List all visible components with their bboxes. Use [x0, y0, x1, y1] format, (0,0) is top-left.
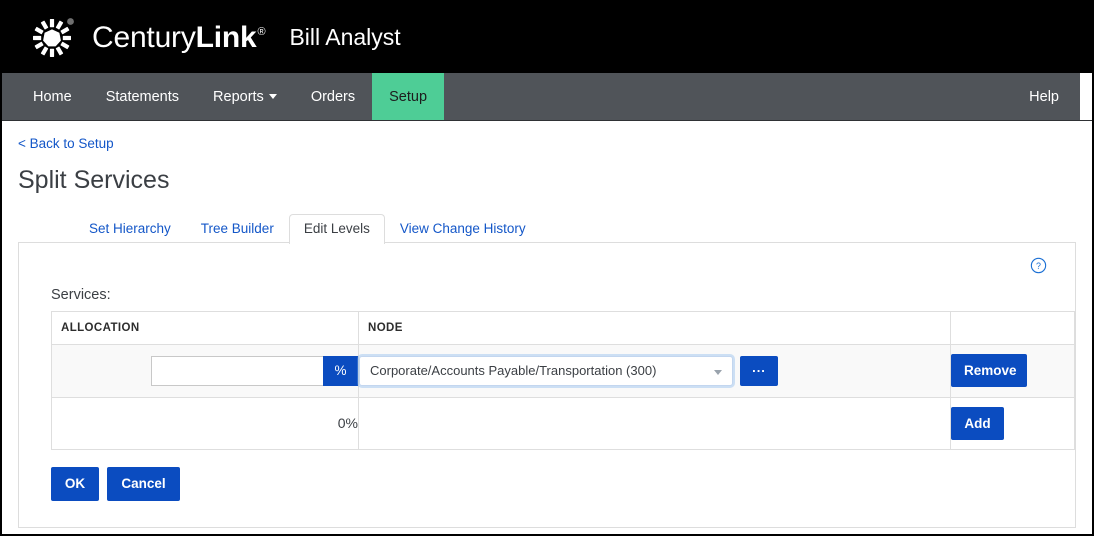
panel-help-row: ?	[33, 253, 1061, 279]
percent-addon[interactable]: %	[323, 355, 358, 386]
allocation-total: 0%	[51, 396, 359, 450]
column-header-actions	[950, 310, 1075, 345]
nav-item-label: Setup	[389, 88, 428, 105]
navbar-items: Home Statements Reports Orders Setup	[2, 73, 445, 120]
services-table-body: % Corporate/Accounts Payable/Transportat…	[51, 343, 1075, 450]
tab-edit-levels[interactable]: Edit Levels	[288, 214, 385, 244]
tab-label: Set Hierarchy	[89, 221, 171, 236]
nav-item-help[interactable]: Help	[1012, 73, 1076, 120]
allocation-percent-input[interactable]	[151, 355, 323, 386]
node-input-group: Corporate/Accounts Payable/Transportatio…	[359, 355, 950, 386]
brand-wordmark: CenturyLink®	[92, 20, 266, 54]
chevron-down-icon	[268, 94, 277, 99]
nav-item-setup[interactable]: Setup	[372, 73, 445, 120]
cancel-button[interactable]: Cancel	[107, 466, 180, 501]
primary-navbar: Home Statements Reports Orders Setup Hel…	[2, 73, 1092, 121]
nav-item-reports[interactable]: Reports	[196, 73, 294, 120]
remove-button[interactable]: Remove	[951, 354, 1027, 387]
add-button[interactable]: Add	[951, 406, 1004, 440]
tab-label: View Change History	[399, 221, 526, 236]
question-circle-icon[interactable]: ?	[1030, 257, 1047, 274]
edit-levels-panel: ? Services: ALLOCATION NODE % Corporate/…	[18, 241, 1076, 528]
nav-item-statements[interactable]: Statements	[89, 73, 196, 120]
app-name: Bill Analyst	[289, 24, 401, 50]
tab-label: Tree Builder	[200, 221, 274, 236]
brand-name-light: Century	[92, 20, 196, 54]
nav-item-orders[interactable]: Orders	[294, 73, 372, 120]
total-node-cell	[358, 396, 951, 450]
application-window: CenturyLink® Bill Analyst Home Statement…	[0, 0, 1094, 536]
column-header-node: NODE	[358, 310, 951, 345]
panel-footer-actions: OK Cancel	[51, 466, 1061, 501]
tab-set-hierarchy[interactable]: Set Hierarchy	[74, 214, 186, 244]
table-row: % Corporate/Accounts Payable/Transportat…	[51, 343, 1075, 398]
svg-text:?: ?	[1036, 261, 1041, 271]
nav-item-label: Reports	[213, 88, 264, 105]
table-header-row: ALLOCATION NODE	[51, 310, 1075, 345]
navbar-right-edge	[1080, 73, 1092, 120]
nav-item-label: Home	[33, 88, 72, 105]
chevron-down-icon	[714, 369, 722, 375]
services-label: Services:	[51, 286, 111, 303]
allocation-input-group: %	[52, 355, 358, 386]
tab-tree-builder[interactable]: Tree Builder	[186, 214, 289, 244]
nav-item-label: Orders	[310, 88, 356, 105]
page-body: < Back to Setup Split Services Set Hiera…	[2, 121, 1092, 528]
tab-label: Edit Levels	[303, 221, 370, 236]
brand-name-bold: Link	[195, 20, 257, 54]
ok-button[interactable]: OK	[51, 466, 99, 501]
node-browse-button[interactable]: ...	[740, 355, 778, 386]
node-select-value: Corporate/Accounts Payable/Transportatio…	[370, 363, 657, 378]
row-actions-cell: Remove	[950, 343, 1075, 398]
services-table: ALLOCATION NODE % Corporate/Accounts Pay…	[51, 310, 1075, 450]
tab-view-change-history[interactable]: View Change History	[385, 214, 541, 244]
registered-mark-icon: ®	[257, 25, 266, 38]
back-to-setup-link[interactable]: < Back to Setup	[18, 136, 114, 151]
table-total-row: 0% Add	[51, 396, 1075, 450]
centurylink-starburst-icon	[28, 13, 78, 63]
allocation-cell: %	[51, 343, 359, 398]
total-actions-cell: Add	[950, 396, 1075, 450]
tab-bar: Set Hierarchy Tree Builder Edit Levels V…	[18, 212, 1076, 244]
nav-item-label: Help	[1029, 88, 1059, 105]
column-header-allocation: ALLOCATION	[51, 310, 359, 345]
page-title: Split Services	[18, 166, 170, 194]
node-cell: Corporate/Accounts Payable/Transportatio…	[358, 343, 951, 398]
masthead: CenturyLink® Bill Analyst	[2, 2, 1092, 73]
node-select[interactable]: Corporate/Accounts Payable/Transportatio…	[359, 355, 733, 386]
nav-item-home[interactable]: Home	[16, 73, 89, 120]
nav-item-label: Statements	[105, 88, 180, 105]
services-table-head: ALLOCATION NODE	[51, 310, 1075, 345]
